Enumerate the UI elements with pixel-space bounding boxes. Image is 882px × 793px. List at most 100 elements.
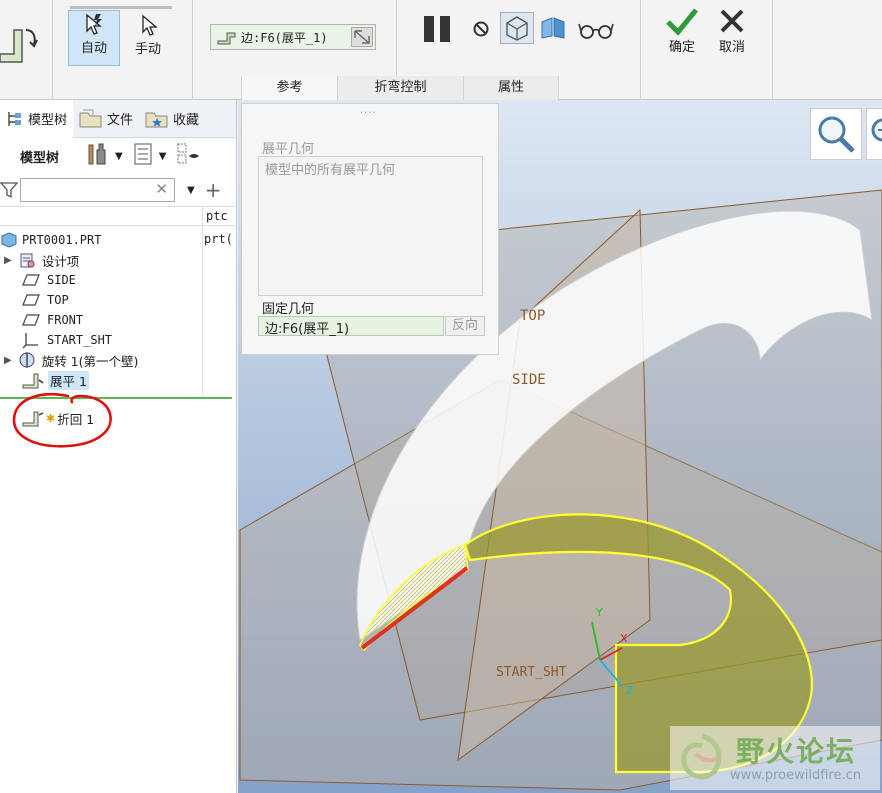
tab-bend-control[interactable]: 折弯控制 [337,76,463,100]
chevron-down-icon[interactable]: ▼ [115,151,123,162]
group-bar [70,6,172,9]
unbend-geometry-label: 展平几何 [262,142,315,157]
reference-value: 边:F6(展平_1) [241,30,328,45]
show-options-button[interactable] [133,142,155,170]
verify-model-icon [541,17,565,39]
cancel-button[interactable]: 取消 [712,6,752,60]
tree-item-unbend[interactable]: 展平 1 [22,370,89,390]
fixed-geometry-label: 固定几何 [262,302,315,317]
tree-item-revolve[interactable]: ▶ 旋转 1(第一个壁) [4,350,138,370]
bend-back-feature-icon [0,20,40,66]
tree-item-label: 展平 1 [48,370,89,390]
tools-icon [88,143,106,165]
datum-plane-icon [22,314,40,326]
folder-icon [79,109,102,127]
tree-item-label: 设计项 [41,253,80,269]
model-tree-toolbar: 模型树 ▼ ▼ [0,138,236,174]
fixed-geometry-collector[interactable]: 边:F6(展平_1) [258,316,444,337]
reference-select-button[interactable] [351,27,373,47]
column-value: prt( [204,232,233,246]
tab-model-tree-label: 模型树 [28,113,68,128]
datum-plane-icon [22,274,40,286]
fixed-geometry-value: 边:F6(展平_1) [265,322,350,337]
clear-icon[interactable]: ✕ [155,180,168,198]
settings-tools-button[interactable] [85,142,111,170]
ribbon-separator [192,0,193,100]
axis-x-label: X [620,632,628,645]
no-preview-button[interactable] [472,20,490,42]
tree-item-label: FRONT [47,313,84,327]
cancel-label: 取消 [718,40,745,55]
axis-z-label: Z [626,684,634,697]
tree-item-label: 旋转 1(第一个壁) [41,353,139,369]
revolve-icon [19,352,35,368]
auto-cursor-icon [86,13,102,35]
watermark-logo-icon [681,733,722,780]
tab-favorites[interactable]: 收藏 [139,100,205,138]
watermark-url: www.proewildfire.cn [730,768,861,783]
pause-icon [424,16,450,42]
collapse-arrow-icon [354,30,370,44]
filter-icon[interactable] [0,181,18,199]
tree-columns-button[interactable] [176,142,200,170]
tab-model-tree[interactable]: 模型树 [0,99,74,138]
search-input[interactable]: ✕ [20,178,175,202]
annotation-circle [12,393,112,448]
datum-label-start: START_SHT [496,665,567,680]
preview-button[interactable] [500,12,534,44]
verify-button[interactable] [540,16,566,44]
manual-button[interactable]: 手动 [126,12,170,66]
design-item-icon [20,253,35,268]
filter-row: ✕ ▼ + [0,174,236,206]
manual-label: 手动 [134,42,161,57]
tree-item-front[interactable]: FRONT [22,310,83,330]
watermark-title: 野火论坛 [736,735,857,768]
ribbon-separator [772,0,773,100]
navigator-panel: 模型树 文件 收藏 模型树 ▼ ▼ ✕ ▼ + ptc prt(PRT0001… [0,99,237,793]
ribbon: 自动 手动 边:F6(展平_1) 确定 取消 参考 折弯控制 属性 [0,0,882,100]
chevron-down-icon[interactable]: ▼ [187,185,195,196]
expand-arrow-icon[interactable]: ▶ [4,255,12,266]
tree-item-label: PRT0001.PRT [22,233,102,247]
coordinate-system-icon [22,333,38,349]
chevron-down-icon[interactable]: ▼ [159,151,167,162]
tree-item-start-sht[interactable]: START_SHT [22,330,112,350]
tab-files-label: 文件 [107,113,134,128]
reference-collector[interactable]: 边:F6(展平_1) [210,24,376,50]
unbend-geometry-collector[interactable]: 模型中的所有展平几何 [258,156,483,296]
confirm-label: 确定 [668,40,695,55]
glasses-button[interactable] [578,20,614,44]
tab-references[interactable]: 参考 [241,76,337,100]
tree-item-label: SIDE [47,273,76,287]
zoom-in-button[interactable] [810,108,862,160]
add-icon[interactable]: + [205,178,222,202]
tree-item-design-items[interactable]: ▶ 设计项 [4,250,79,270]
auto-button[interactable]: 自动 [68,10,120,66]
preview-glasses-icon [506,16,528,41]
manual-cursor-icon [142,14,158,36]
datum-plane-icon [22,294,40,306]
tree-item-side[interactable]: SIDE [22,270,76,290]
close-icon [720,9,744,33]
confirm-button[interactable]: 确定 [662,6,702,60]
tree-item-root[interactable]: PRT0001.PRT [0,230,101,250]
list-view-icon [134,143,152,165]
ribbon-separator [52,0,53,100]
model-tree-title: 模型树 [20,150,60,166]
unbend-icon [22,373,44,389]
model-tree-icon [8,111,21,126]
ribbon-separator [640,0,641,100]
tab-files[interactable]: 文件 [73,100,139,138]
zoom-icon [818,116,855,153]
tab-properties[interactable]: 属性 [463,76,559,100]
tab-favorites-label: 收藏 [173,113,200,128]
pause-button[interactable] [422,14,454,48]
expand-arrow-icon[interactable]: ▶ [4,355,12,366]
zoom-out-button[interactable] [866,108,882,160]
auto-label: 自动 [80,41,107,56]
flip-button[interactable]: 反向 [445,316,485,336]
tree-item-top[interactable]: TOP [22,290,69,310]
panel-grip-icon[interactable]: ···· [360,108,377,119]
sheetmetal-edge-icon [217,32,236,45]
tree-item-label: START_SHT [47,333,113,347]
